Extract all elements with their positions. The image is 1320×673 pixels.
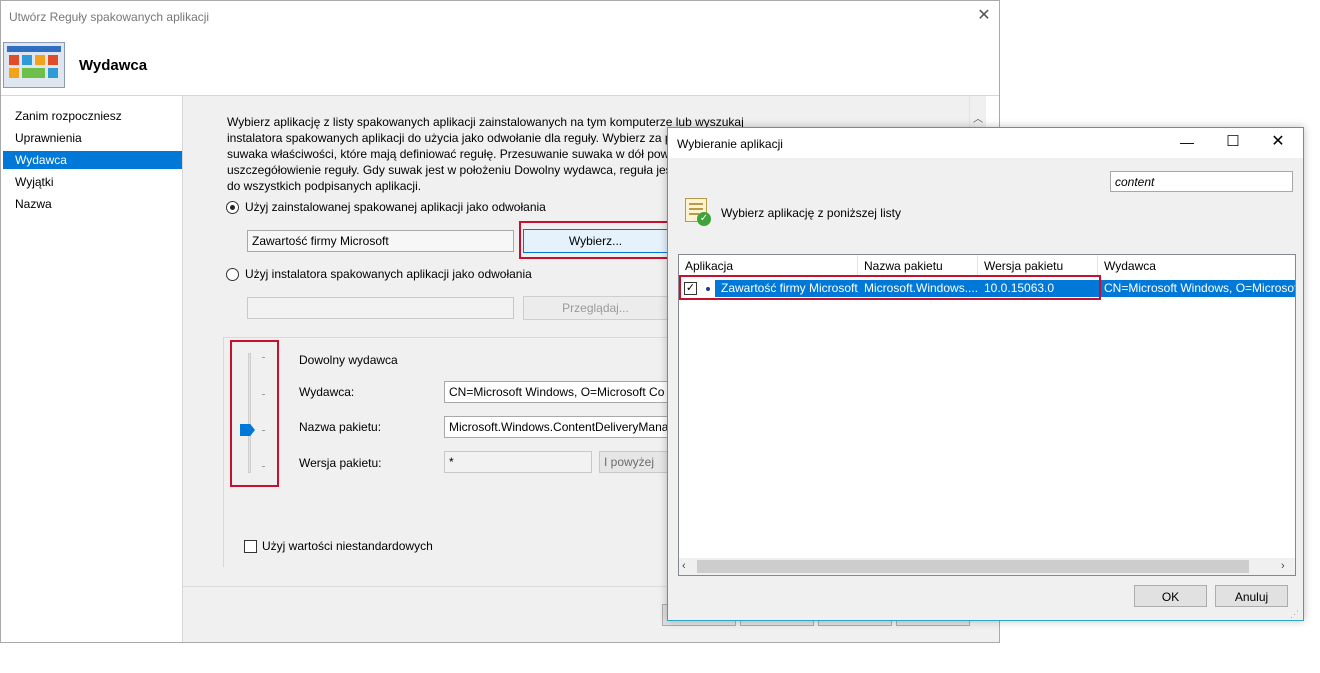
nav-item-name[interactable]: Nazwa [3, 195, 182, 213]
slider-tick [262, 430, 265, 431]
nav-item-publisher[interactable]: Wydawca [3, 151, 182, 169]
nav-item-permissions[interactable]: Uprawnienia [3, 129, 182, 147]
installer-path-field [247, 297, 514, 319]
package-name-label: Nazwa pakietu: [299, 420, 382, 434]
ok-button[interactable]: OK [1134, 585, 1207, 607]
list-hscrollbar[interactable]: ‹ › [679, 558, 1295, 575]
column-header-app[interactable]: Aplikacja [679, 255, 858, 277]
cell-publisher: CN=Microsoft Windows, O=Microsoft Co [1104, 281, 1295, 295]
nav-item-before-you-begin[interactable]: Zanim rozpoczniesz [3, 107, 182, 125]
hscroll-thumb[interactable] [697, 560, 1249, 573]
scroll-left-icon[interactable]: ‹ [682, 558, 694, 575]
slider-tick [262, 357, 265, 358]
select-button[interactable]: Wybierz... [523, 229, 668, 253]
version-mode-select: I powyżej [599, 451, 669, 473]
scroll-up-icon[interactable]: ︿ [970, 110, 986, 125]
browse-button: Przeglądaj... [523, 296, 668, 320]
publisher-field[interactable]: CN=Microsoft Windows, O=Microsoft Co [444, 381, 669, 403]
package-version-label: Wersja pakietu: [299, 456, 382, 470]
slider-highlight [230, 340, 279, 487]
column-header-package-name[interactable]: Nazwa pakietu [858, 255, 978, 277]
close-icon[interactable]: ✕ [1265, 131, 1291, 153]
app-rules-icon [3, 42, 65, 88]
installer-radio-label: Użyj instalatora spakowanych aplikacji j… [245, 267, 532, 281]
select-app-dialog: Wybieranie aplikacji — ☐ ✕ content ✓ Wyb… [667, 127, 1304, 621]
slider-tick [262, 466, 265, 467]
apps-list[interactable]: Aplikacja Nazwa pakietu Wersja pakietu W… [678, 254, 1296, 576]
installed-app-field: Zawartość firmy Microsoft [247, 230, 514, 252]
scroll-right-icon[interactable]: › [1281, 558, 1293, 575]
column-header-publisher[interactable]: Wydawca [1098, 255, 1295, 277]
minimize-icon[interactable]: — [1174, 131, 1200, 153]
wizard-window-title: Utwórz Reguły spakowanych aplikacji [9, 10, 210, 24]
installer-radio[interactable] [226, 268, 239, 281]
package-version-field: * [444, 451, 592, 473]
close-icon[interactable]: ✕ [973, 5, 995, 27]
column-header-package-version[interactable]: Wersja pakietu [978, 255, 1098, 277]
resize-grip-icon[interactable]: ⋰ [1290, 608, 1302, 620]
any-publisher-label: Dowolny wydawca [299, 353, 398, 367]
document-check-icon: ✓ [683, 195, 713, 227]
dialog-instruction: Wybierz aplikację z poniższej listy [721, 206, 901, 220]
cancel-button[interactable]: Anuluj [1215, 585, 1288, 607]
row-highlight [679, 275, 1101, 300]
custom-values-label: Użyj wartości niestandardowych [262, 539, 433, 553]
dialog-title: Wybieranie aplikacji [677, 137, 783, 151]
page-title: Wydawca [79, 57, 148, 74]
scope-slider-track[interactable] [248, 353, 251, 473]
publisher-label: Wydawca: [299, 385, 355, 399]
nav-item-exceptions[interactable]: Wyjątki [3, 173, 182, 191]
maximize-icon[interactable]: ☐ [1220, 131, 1246, 153]
dialog-titlebar: Wybieranie aplikacji — ☐ ✕ [668, 128, 1303, 158]
package-name-field[interactable]: Microsoft.Windows.ContentDeliveryMana [444, 416, 669, 438]
slider-tick [262, 394, 265, 395]
installed-app-radio-label: Użyj zainstalowanej spakowanej aplikacji… [245, 200, 546, 214]
installed-app-radio[interactable] [226, 201, 239, 214]
custom-values-checkbox[interactable] [244, 540, 257, 553]
search-input[interactable]: content [1110, 171, 1293, 192]
